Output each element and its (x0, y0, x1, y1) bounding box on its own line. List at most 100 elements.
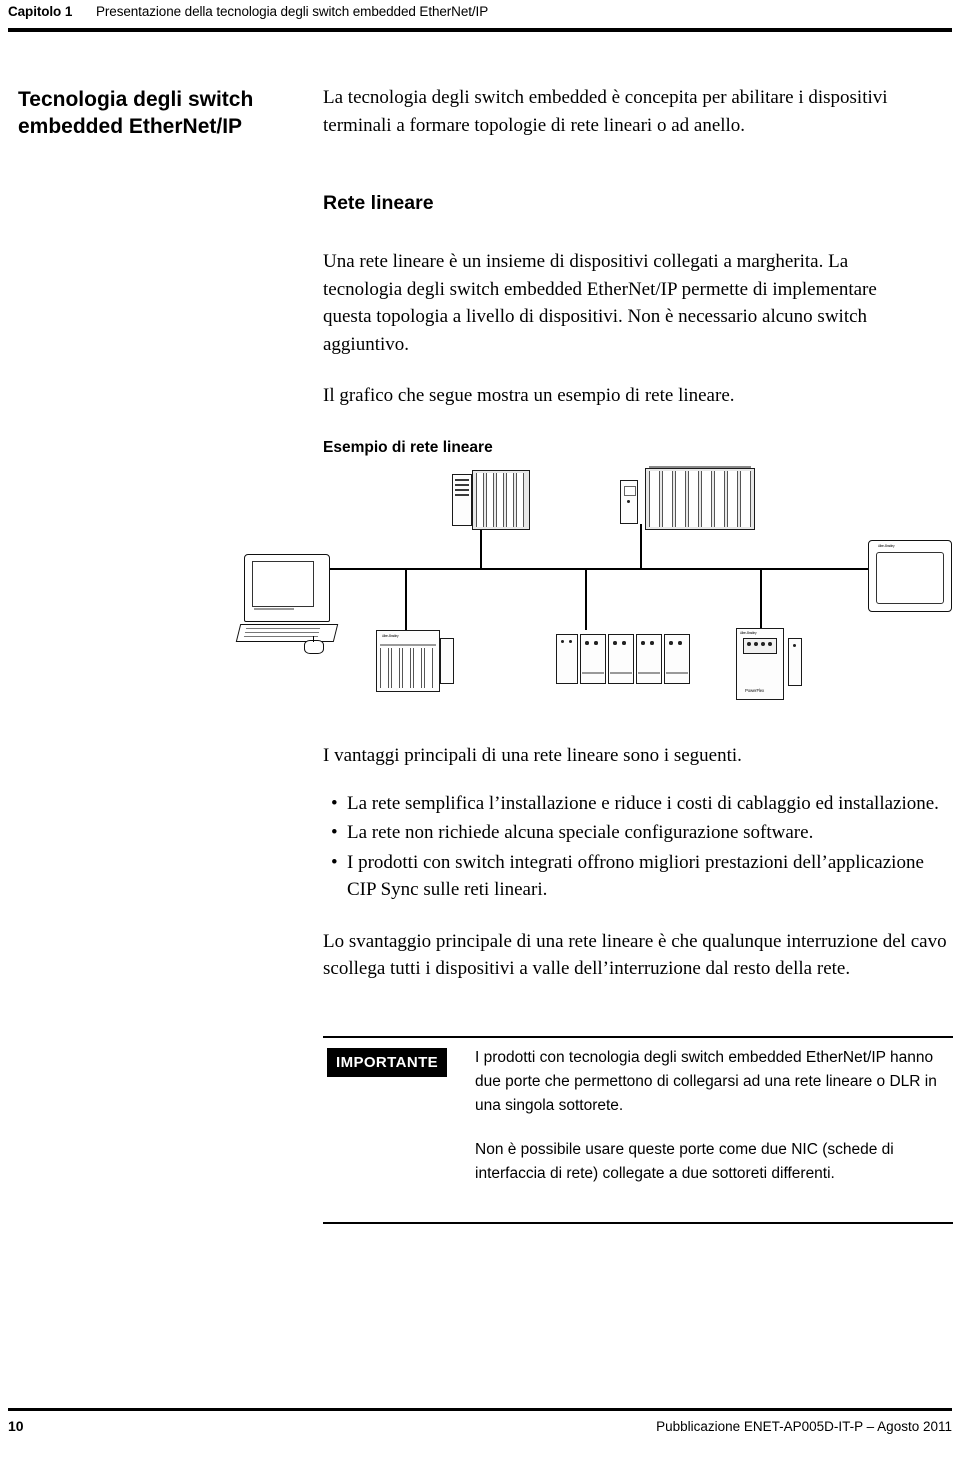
hmi-brand-label: Allen-Bradley (878, 544, 895, 548)
controller-slot-4 (688, 471, 699, 527)
document-page: Capitolo 1 Presentazione della tecnologi… (0, 0, 960, 1471)
list-item: I prodotti con switch integrati offrono … (323, 849, 957, 904)
paragraph-1: Una rete lineare è un insieme di disposi… (323, 251, 877, 355)
header-divider (8, 28, 952, 32)
dio-module-1 (580, 634, 606, 684)
keyboard-row-1 (245, 628, 321, 629)
drive-keypad (743, 638, 777, 654)
keyboard-row-3 (243, 636, 319, 637)
mouse-cable (313, 636, 314, 642)
header-chapter-label: Capitolo 1 (8, 4, 73, 19)
plc-divider (380, 644, 436, 646)
io-power-led-1 (455, 479, 469, 481)
plc-terminal-block (440, 638, 454, 684)
io-slot-4 (506, 473, 514, 527)
important-bottom-rule (323, 1222, 953, 1224)
io-power-led-4 (455, 494, 469, 496)
controller-slot-6 (714, 471, 725, 527)
main-body-column: La tecnologia degli switch embedded è co… (323, 84, 953, 457)
dio-module-2 (608, 634, 634, 684)
io-slot-2 (486, 473, 494, 527)
paragraph-3: I vantaggi principali di una rete linear… (323, 745, 742, 766)
dio-terminal-4 (666, 672, 688, 674)
controller-slot-7 (727, 471, 738, 527)
io-slot-5 (516, 473, 524, 527)
keyboard (235, 624, 339, 642)
plc-slot-2 (391, 648, 400, 688)
plc-slot-5 (424, 648, 433, 688)
drive-key-2 (754, 642, 758, 646)
io-slot-1 (476, 473, 484, 527)
publication-reference: Pubblicazione ENET-AP005D-IT-P – Agosto … (656, 1419, 952, 1434)
important-paragraph-2: Non è possibile usare queste porte come … (475, 1141, 894, 1182)
network-trunk-upper (272, 568, 912, 570)
keyboard-row-2 (244, 632, 320, 633)
controller-slot-1 (649, 471, 660, 527)
network-drop-to-io (585, 568, 587, 630)
monitor-base-detail (254, 608, 294, 610)
advantages-list: La rete semplifica l’installazione e rid… (323, 790, 953, 904)
io-power-led-3 (455, 489, 469, 491)
important-tag: IMPORTANTE (327, 1048, 448, 1077)
dio-led-b2 (622, 641, 626, 645)
dio-terminal-3 (638, 672, 660, 674)
dio-terminal-2 (610, 672, 632, 674)
io-power-led-2 (455, 484, 469, 486)
monitor-screen (252, 561, 314, 607)
dio-led-a2 (594, 641, 598, 645)
dio-led-a1 (585, 641, 589, 645)
plc-slot-1 (380, 648, 389, 688)
dio-led-d2 (678, 641, 682, 645)
dio-adapter (556, 634, 578, 684)
drive-name-label: PowerFlex (745, 688, 764, 693)
dio-adapter-led-2 (569, 640, 572, 643)
linear-network-diagram: Allen-Bradley Allen-Bradley PowerFlex Al… (230, 462, 960, 732)
post-figure-content: I vantaggi principali di una rete linear… (323, 742, 953, 983)
subsection-heading: Rete lineare (323, 192, 434, 214)
drive-key-4 (768, 642, 772, 646)
controller-status-led (627, 500, 630, 503)
list-item: La rete non richiede alcuna speciale con… (323, 819, 957, 847)
drive-key-3 (761, 642, 765, 646)
important-top-rule (323, 1036, 953, 1038)
section-side-heading: Tecnologia degli switch embedded EtherNe… (18, 88, 254, 138)
controller-top-rail (649, 466, 751, 468)
plc-slot-4 (413, 648, 422, 688)
controller-slot-8 (740, 471, 751, 527)
drive-brand-label: Allen-Bradley (740, 631, 757, 635)
figure-caption: Esempio di rete lineare (323, 438, 493, 456)
dio-module-3 (636, 634, 662, 684)
paragraph-2: Il grafico che segue mostra un esempio d… (323, 385, 735, 406)
dio-led-b1 (613, 641, 617, 645)
io-power-supply (452, 474, 472, 526)
network-drop-to-top-left (480, 524, 482, 569)
page-number: 10 (8, 1418, 24, 1434)
dio-led-d1 (669, 641, 673, 645)
footer-divider (8, 1408, 952, 1411)
dio-terminal-1 (582, 672, 604, 674)
drive-key-1 (747, 642, 751, 646)
io-slot-3 (496, 473, 504, 527)
dio-led-c1 (641, 641, 645, 645)
controller-display (624, 486, 636, 496)
mouse (304, 640, 324, 654)
controller-slot-3 (675, 471, 686, 527)
header-title: Presentazione della tecnologia degli swi… (96, 4, 489, 19)
dio-module-4 (664, 634, 690, 684)
network-drop-to-drive (760, 568, 762, 630)
controller-slot-2 (662, 471, 673, 527)
drive-comm-led (793, 644, 796, 647)
network-drop-to-top-mid (640, 524, 642, 569)
dio-adapter-led-1 (561, 640, 564, 643)
controller-slot-5 (701, 471, 712, 527)
dio-led-c2 (650, 641, 654, 645)
network-drop-to-plc (405, 568, 407, 630)
important-paragraph-1: I prodotti con tecnologia degli switch e… (475, 1049, 937, 1114)
important-text: I prodotti con tecnologia degli switch e… (475, 1046, 953, 1186)
list-item: La rete semplifica l’installazione e rid… (323, 790, 957, 818)
paragraph-4: Lo svantaggio principale di una rete lin… (323, 930, 947, 980)
page-header: Capitolo 1 Presentazione della tecnologi… (0, 0, 960, 40)
plc-slot-3 (402, 648, 411, 688)
plc-brand-label: Allen-Bradley (382, 634, 399, 638)
intro-paragraph: La tecnologia degli switch embedded è co… (323, 87, 888, 136)
